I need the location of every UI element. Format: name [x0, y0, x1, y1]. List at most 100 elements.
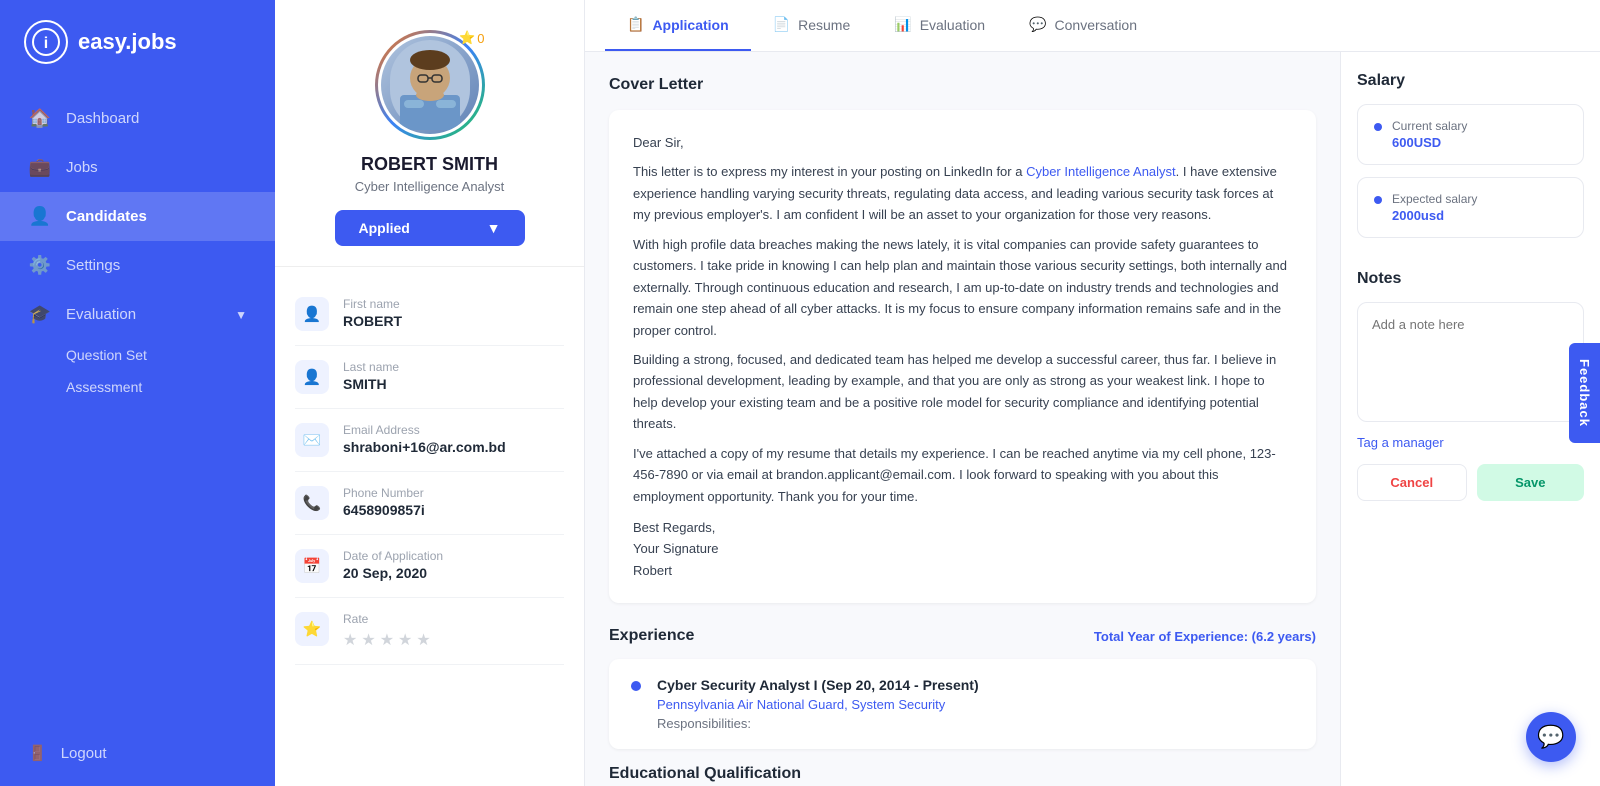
cover-closing-3: Robert: [633, 560, 1292, 581]
star-rate-icon: ⭐: [295, 612, 329, 646]
cover-letter-box: Dear Sir, This letter is to express my i…: [609, 110, 1316, 603]
evaluation-submenu: Question Set Assessment: [0, 339, 275, 403]
cover-letter-p2: With high profile data breaches making t…: [633, 234, 1292, 341]
email-label: Email Address: [343, 423, 506, 437]
phone-value: 6458909857i: [343, 502, 425, 518]
sidebar-item-evaluation[interactable]: 🎓 Evaluation ▼: [0, 290, 275, 339]
status-dropdown[interactable]: Applied ▼: [335, 210, 525, 246]
notes-heading: Notes: [1357, 270, 1584, 288]
chat-fab[interactable]: 💬: [1526, 712, 1576, 762]
home-icon: 🏠: [28, 108, 52, 129]
jobs-icon: 💼: [28, 157, 52, 178]
chevron-down-icon: ▼: [487, 220, 501, 236]
last-name-value: SMITH: [343, 376, 399, 392]
chevron-down-icon: ▼: [235, 308, 247, 322]
info-fields: 👤 First name ROBERT 👤 Last name SMITH ✉️…: [275, 267, 584, 681]
job-link[interactable]: Cyber Intelligence Analyst: [1026, 164, 1176, 179]
tab-resume[interactable]: 📄 Resume: [751, 0, 873, 51]
education-heading: Educational Qualification: [609, 765, 1316, 783]
email-icon: ✉️: [295, 423, 329, 457]
conversation-tab-icon: 💬: [1029, 16, 1046, 33]
cover-letter-heading: Cover Letter: [609, 76, 1316, 94]
sidebar-item-assessment[interactable]: Assessment: [66, 371, 275, 403]
content-salary: Cover Letter Dear Sir, This letter is to…: [585, 52, 1600, 786]
main-content: ⭐ 0 ROBERT SMITH Cyber Intelligence Anal…: [275, 0, 1600, 786]
cover-letter-p3: Building a strong, focused, and dedicate…: [633, 349, 1292, 435]
sidebar-item-jobs[interactable]: 💼 Jobs: [0, 143, 275, 192]
tab-evaluation[interactable]: 📊 Evaluation: [872, 0, 1007, 51]
logout-icon: 🚪: [28, 744, 47, 762]
sidebar-item-candidates[interactable]: 👤 Candidates: [0, 192, 275, 241]
tab-conversation[interactable]: 💬 Conversation: [1007, 0, 1159, 51]
current-salary-dot: [1374, 123, 1382, 131]
exp-company: Pennsylvania Air National Guard, System …: [657, 697, 979, 712]
email-field: ✉️ Email Address shraboni+16@ar.com.bd: [295, 409, 564, 472]
evaluation-icon: 🎓: [28, 304, 52, 325]
cancel-button[interactable]: Cancel: [1357, 464, 1467, 501]
experience-years: Total Year of Experience: (6.2 years): [1094, 629, 1316, 644]
chat-icon: 💬: [1537, 724, 1564, 750]
star-badge: ⭐ 0: [459, 30, 484, 46]
sidebar-nav: 🏠 Dashboard 💼 Jobs 👤 Candidates ⚙️ Setti…: [0, 84, 275, 730]
tag-manager-link[interactable]: Tag a manager: [1357, 435, 1584, 450]
star-4[interactable]: ★: [398, 630, 412, 650]
phone-field: 📞 Phone Number 6458909857i: [295, 472, 564, 535]
last-name-label: Last name: [343, 360, 399, 374]
exp-responsibilities: Responsibilities:: [657, 716, 979, 731]
candidates-icon: 👤: [28, 206, 52, 227]
expected-salary-label: Expected salary: [1392, 192, 1477, 206]
feedback-tab[interactable]: Feedback: [1569, 343, 1600, 443]
settings-icon: ⚙️: [28, 255, 52, 276]
avatar-ring: [375, 30, 485, 140]
evaluation-tab-icon: 📊: [894, 16, 911, 33]
candidate-header: ⭐ 0 ROBERT SMITH Cyber Intelligence Anal…: [275, 0, 584, 267]
first-name-field: 👤 First name ROBERT: [295, 283, 564, 346]
notes-textarea[interactable]: [1357, 302, 1584, 422]
notes-actions: Cancel Save: [1357, 464, 1584, 501]
expected-salary-value: 2000usd: [1392, 208, 1477, 223]
cover-letter-p1: This letter is to express my interest in…: [633, 161, 1292, 225]
exp-title: Cyber Security Analyst I (Sep 20, 2014 -…: [657, 677, 979, 693]
rate-label: Rate: [343, 612, 431, 626]
salary-heading: Salary: [1357, 72, 1584, 90]
logout-button[interactable]: 🚪 Logout: [0, 730, 275, 776]
expected-salary-card: Expected salary 2000usd: [1357, 177, 1584, 238]
sidebar-item-question-set[interactable]: Question Set: [66, 339, 275, 371]
phone-icon: 📞: [295, 486, 329, 520]
experience-header: Experience Total Year of Experience: (6.…: [609, 627, 1316, 645]
logo-icon: i: [24, 20, 68, 64]
star-icon: ⭐: [459, 30, 475, 46]
current-salary-value: 600USD: [1392, 135, 1467, 150]
logo[interactable]: i easy.jobs: [0, 0, 275, 84]
last-name-field: 👤 Last name SMITH: [295, 346, 564, 409]
sidebar: i easy.jobs 🏠 Dashboard 💼 Jobs 👤 Candida…: [0, 0, 275, 786]
star-3[interactable]: ★: [380, 630, 394, 650]
salary-notes-panel: Salary Current salary 600USD Expected sa…: [1340, 52, 1600, 786]
cover-closing-2: Your Signature: [633, 538, 1292, 559]
star-5[interactable]: ★: [416, 630, 430, 650]
exp-dot: [631, 681, 641, 691]
phone-label: Phone Number: [343, 486, 425, 500]
star-rating[interactable]: ★ ★ ★ ★ ★: [343, 630, 431, 650]
experience-card-0: Cyber Security Analyst I (Sep 20, 2014 -…: [609, 659, 1316, 749]
sidebar-item-settings[interactable]: ⚙️ Settings: [0, 241, 275, 290]
candidate-title: Cyber Intelligence Analyst: [355, 179, 505, 194]
avatar: [381, 36, 479, 134]
calendar-icon: 📅: [295, 549, 329, 583]
date-value: 20 Sep, 2020: [343, 565, 443, 581]
star-2[interactable]: ★: [361, 630, 375, 650]
date-label: Date of Application: [343, 549, 443, 563]
tab-application[interactable]: 📋 Application: [605, 0, 751, 51]
first-name-value: ROBERT: [343, 313, 402, 329]
salutation: Dear Sir,: [633, 132, 1292, 153]
expected-salary-dot: [1374, 196, 1382, 204]
current-salary-label: Current salary: [1392, 119, 1467, 133]
email-value: shraboni+16@ar.com.bd: [343, 439, 506, 455]
application-tab-icon: 📋: [627, 16, 644, 33]
save-button[interactable]: Save: [1477, 464, 1585, 501]
star-1[interactable]: ★: [343, 630, 357, 650]
resume-tab-icon: 📄: [773, 16, 790, 33]
candidate-name: ROBERT SMITH: [361, 154, 498, 175]
sidebar-item-dashboard[interactable]: 🏠 Dashboard: [0, 94, 275, 143]
notes-section: Notes Tag a manager Cancel Save: [1357, 270, 1584, 501]
